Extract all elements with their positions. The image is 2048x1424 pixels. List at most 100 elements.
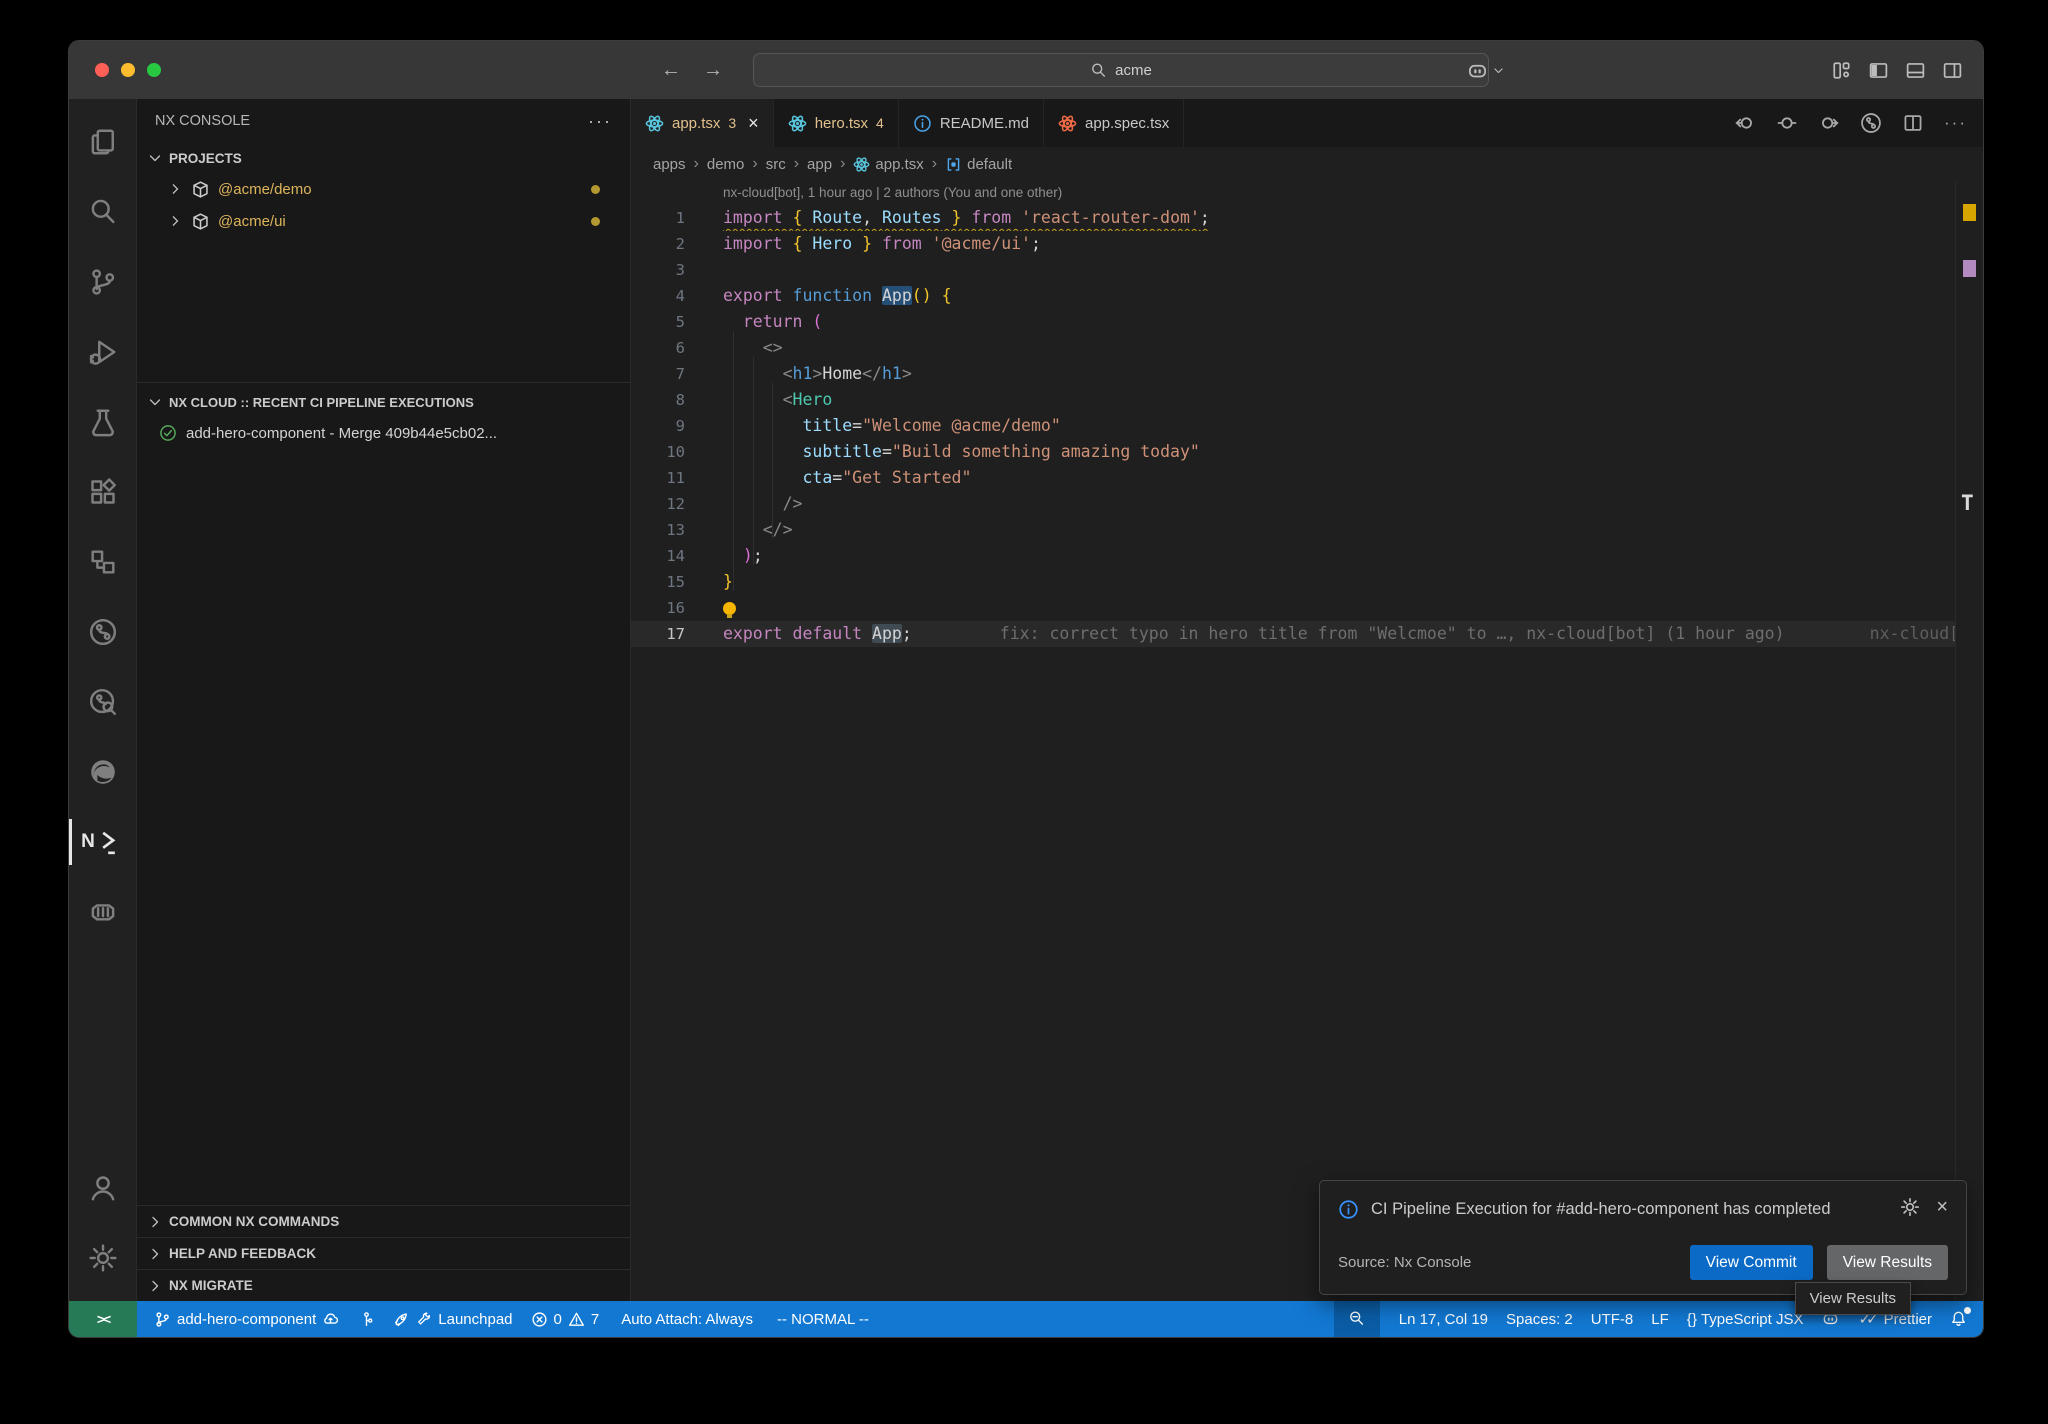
sidebar-section-help-and-feedback[interactable]: HELP AND FEEDBACK	[137, 1237, 630, 1269]
zoom-out-status-item[interactable]	[1334, 1301, 1380, 1337]
breadcrumb-item-app[interactable]: app	[807, 156, 832, 173]
toggle-sidebar-icon[interactable]	[1868, 60, 1889, 81]
vim-mode-status-item[interactable]: -- NORMAL --	[768, 1301, 878, 1337]
lightbulb-icon[interactable]	[723, 602, 736, 615]
more-actions-icon[interactable]: ···	[1944, 113, 1967, 133]
notifications-status-item[interactable]	[1941, 1301, 1977, 1337]
revert-change-icon[interactable]	[1776, 112, 1798, 134]
breadcrumb-item-apps[interactable]: apps	[653, 156, 686, 173]
activity-item-testing[interactable]	[69, 387, 136, 457]
ci-pipeline-label: add-hero-component - Merge 409b44e5cb02.…	[186, 425, 497, 442]
activity-item-gitlens[interactable]	[69, 597, 136, 667]
activity-item-extensions[interactable]	[69, 457, 136, 527]
breadcrumb-item-default[interactable]: default	[945, 156, 1012, 173]
previous-change-icon[interactable]	[1734, 112, 1756, 134]
code-line-7[interactable]: 7 <h1>Home</h1>	[631, 361, 1955, 387]
code-line-6[interactable]: 6 <>	[631, 335, 1955, 361]
sidebar-more-actions-icon[interactable]: ···	[588, 111, 612, 132]
traffic-lights[interactable]	[95, 63, 161, 77]
indentation-status-item[interactable]: Spaces: 2	[1497, 1301, 1582, 1337]
command-center-value: acme	[1115, 62, 1152, 79]
eol-status-item[interactable]: LF	[1642, 1301, 1678, 1337]
sidebar-section-common-nx-commands[interactable]: COMMON NX COMMANDS	[137, 1205, 630, 1237]
code-line-16[interactable]: 16	[631, 595, 1955, 621]
tab-hero.tsx[interactable]: hero.tsx 4	[774, 99, 899, 147]
code-line-3[interactable]: 3	[631, 257, 1955, 283]
tab-app.spec.tsx[interactable]: app.spec.tsx	[1044, 99, 1184, 147]
breadcrumb-item-app.tsx[interactable]: app.tsx	[853, 156, 923, 173]
view-commit-button[interactable]: View Commit	[1690, 1245, 1813, 1280]
activity-item-source-control[interactable]	[69, 247, 136, 317]
code-line-4[interactable]: 4export function App() {	[631, 283, 1955, 309]
pipeline-status-item[interactable]	[349, 1301, 384, 1337]
vscode-window: ← → acme N NX CONSOLE ···	[68, 40, 1984, 1338]
close-tab-icon[interactable]: ×	[748, 113, 759, 134]
auto-attach-status-item[interactable]: Auto Attach: Always	[612, 1301, 762, 1337]
code-line-13[interactable]: 13 </>	[631, 517, 1955, 543]
activity-item-accounts[interactable]	[69, 1153, 136, 1223]
code-line-11[interactable]: 11 cta="Get Started"	[631, 465, 1955, 491]
tab-README.md[interactable]: README.md	[899, 99, 1044, 147]
nav-forward-icon[interactable]: →	[703, 59, 723, 82]
activity-item-project-graph[interactable]	[69, 527, 136, 597]
project-item-@acme/demo[interactable]: @acme/demo	[137, 173, 630, 205]
indent-guide	[772, 383, 773, 539]
remote-indicator[interactable]: ><	[69, 1301, 137, 1337]
next-change-icon[interactable]	[1818, 112, 1840, 134]
code-line-15[interactable]: 15}	[631, 569, 1955, 595]
notification-close-icon[interactable]: ×	[1936, 1197, 1948, 1223]
tab-badge: 4	[876, 115, 884, 131]
activity-item-docker[interactable]	[69, 877, 136, 947]
notification-settings-icon[interactable]	[1900, 1197, 1920, 1217]
activity-item-edge-tools[interactable]	[69, 737, 136, 807]
activity-item-run-debug[interactable]	[69, 317, 136, 387]
encoding-status-item[interactable]: UTF-8	[1582, 1301, 1643, 1337]
projects-section-header[interactable]: PROJECTS	[137, 143, 630, 173]
activity-item-explorer[interactable]	[69, 107, 136, 177]
code-line-10[interactable]: 10 subtitle="Build something amazing tod…	[631, 439, 1955, 465]
editor[interactable]: nx-cloud[bot], 1 hour ago | 2 authors (Y…	[631, 181, 1983, 1301]
activity-item-gitlens-inspect[interactable]	[69, 667, 136, 737]
view-results-button[interactable]: View Results	[1827, 1245, 1948, 1280]
nav-back-icon[interactable]: ←	[661, 59, 681, 82]
zoom-window-button[interactable]	[147, 63, 161, 77]
minimize-window-button[interactable]	[121, 63, 135, 77]
codelens-blame-header[interactable]: nx-cloud[bot], 1 hour ago | 2 authors (Y…	[723, 185, 1955, 205]
code-line-1[interactable]: 1import { Route, Routes } from 'react-ro…	[631, 205, 1955, 231]
ci-pipeline-item[interactable]: add-hero-component - Merge 409b44e5cb02.…	[137, 417, 630, 449]
activity-item-nx-console[interactable]: N	[69, 807, 136, 877]
activity-item-settings[interactable]	[69, 1223, 136, 1293]
nx-cloud-section-header[interactable]: NX CLOUD :: RECENT CI PIPELINE EXECUTION…	[137, 387, 630, 417]
code-line-2[interactable]: 2import { Hero } from '@acme/ui';	[631, 231, 1955, 257]
launchpad-status-item[interactable]: Launchpad	[384, 1301, 521, 1337]
code-line-14[interactable]: 14 );	[631, 543, 1955, 569]
customize-layout-icon[interactable]	[1831, 60, 1852, 81]
activity-item-search[interactable]	[69, 177, 136, 247]
code-line-9[interactable]: 9 title="Welcome @acme/demo"	[631, 413, 1955, 439]
command-center-search[interactable]: acme	[753, 53, 1489, 87]
split-editor-icon[interactable]	[1902, 112, 1924, 134]
branch-status-item[interactable]: add-hero-component	[145, 1301, 349, 1337]
breadcrumb[interactable]: apps›demo›src›app›app.tsx›default	[631, 147, 1983, 181]
toggle-panel-icon[interactable]	[1905, 60, 1926, 81]
project-item-@acme/ui[interactable]: @acme/ui	[137, 205, 630, 237]
language-status-item[interactable]: { } TypeScript JSX	[1678, 1301, 1813, 1337]
code-line-5[interactable]: 5 return (	[631, 309, 1955, 335]
tab-app.tsx[interactable]: app.tsx 3 ×	[631, 99, 774, 147]
problems-status-item[interactable]: 0 7	[522, 1301, 609, 1337]
toggle-secondary-sidebar-icon[interactable]	[1942, 60, 1963, 81]
breadcrumb-item-demo[interactable]: demo	[707, 156, 745, 173]
breadcrumb-item-src[interactable]: src	[766, 156, 786, 173]
code-line-8[interactable]: 8 <Hero	[631, 387, 1955, 413]
copilot-menu[interactable]	[1467, 60, 1505, 81]
copilot-icon	[1467, 60, 1488, 81]
tab-label: app.tsx	[672, 115, 720, 132]
sidebar-section-nx-migrate[interactable]: NX MIGRATE	[137, 1269, 630, 1301]
nx-icon: N	[81, 827, 124, 857]
close-window-button[interactable]	[95, 63, 109, 77]
code-line-17[interactable]: 17export default App;fix: correct typo i…	[631, 621, 1955, 647]
line-col-status-item[interactable]: Ln 17, Col 19	[1390, 1301, 1497, 1337]
gitlens-graph-icon[interactable]	[1860, 112, 1882, 134]
titlebar: ← → acme	[69, 41, 1983, 99]
code-line-12[interactable]: 12 />	[631, 491, 1955, 517]
